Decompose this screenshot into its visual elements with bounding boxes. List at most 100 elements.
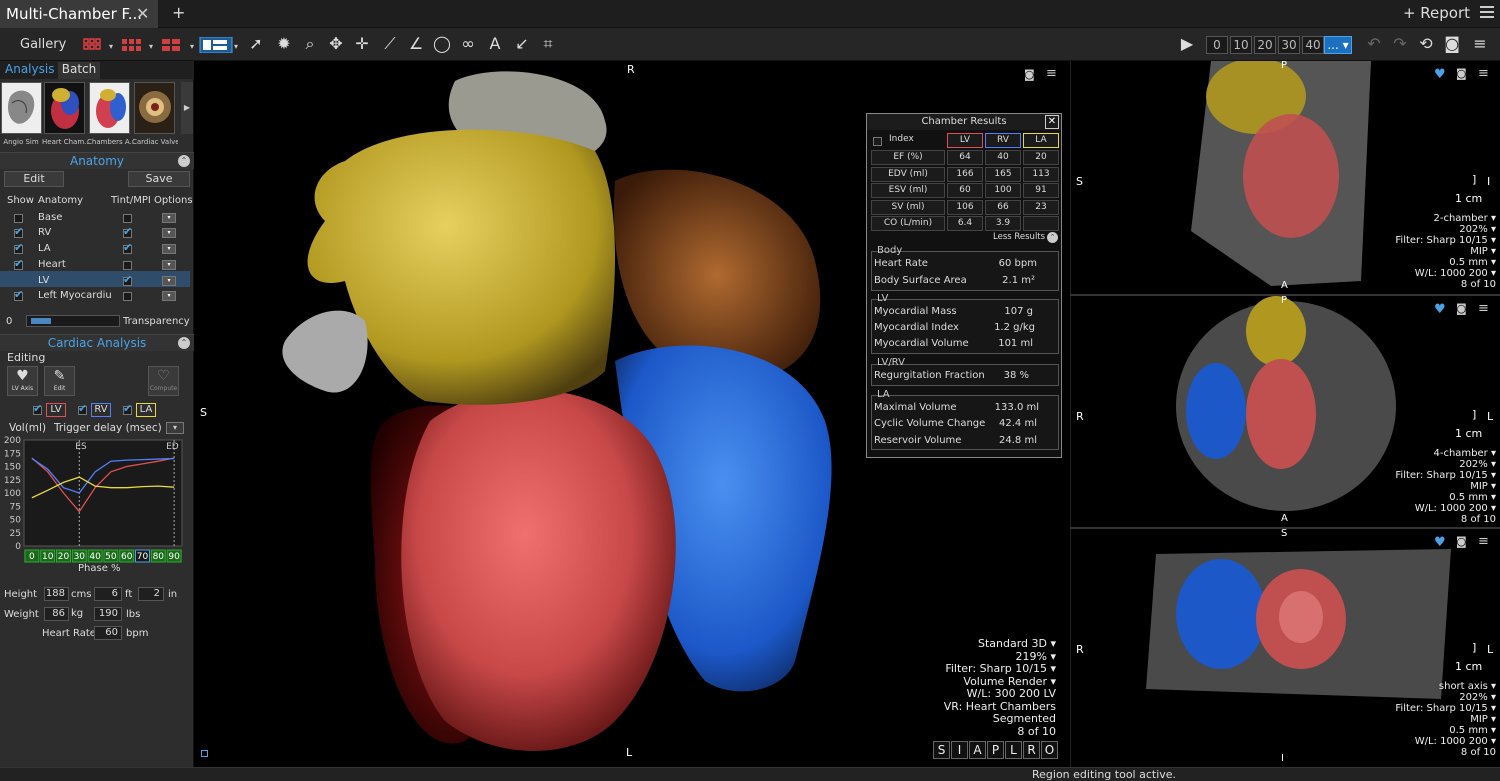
index-checkbox[interactable] xyxy=(873,137,882,146)
height-ft-input[interactable]: 6 xyxy=(94,587,122,601)
camera-icon[interactable]: ◙ xyxy=(1442,34,1462,54)
close-tab-icon[interactable]: ✕ xyxy=(136,4,149,23)
show-checkbox[interactable] xyxy=(14,288,23,301)
view-info-line[interactable]: W/L: 1000 200 ▾ xyxy=(1380,736,1496,747)
snapshot-icon[interactable]: ◙ xyxy=(1456,535,1467,548)
tab-batch[interactable]: Batch xyxy=(58,62,100,79)
less-results-link[interactable]: Less Results xyxy=(993,232,1045,242)
height-cm-input[interactable]: 188 xyxy=(44,587,69,601)
lv-checkbox[interactable] xyxy=(33,402,42,415)
thumbnail-scroll-right[interactable]: ▶ xyxy=(181,82,193,134)
nav-l-button[interactable]: L xyxy=(1005,741,1022,759)
viewport-menu-icon[interactable]: ≡ xyxy=(1478,66,1489,81)
save-button[interactable]: Save xyxy=(128,171,190,187)
view-info-line[interactable]: W/L: 1000 200 ▾ xyxy=(1380,503,1496,514)
view-info-line[interactable]: Filter: Sharp 10/15 ▾ xyxy=(1380,235,1496,246)
anatomy-header[interactable]: Anatomy ⌃ xyxy=(0,152,194,169)
la-checkbox[interactable] xyxy=(123,402,132,415)
view-info-line[interactable]: 202% ▾ xyxy=(1380,459,1496,470)
filter-setting[interactable]: Filter: Sharp 10/15 ▾ xyxy=(900,662,1056,676)
nav-p-button[interactable]: P xyxy=(987,741,1004,759)
view-info-line[interactable]: 4-chamber ▾ xyxy=(1380,448,1497,459)
freehand-icon[interactable]: ∞ xyxy=(458,34,478,54)
frame-20-button[interactable]: 20 xyxy=(1254,36,1276,54)
favorite-heart-icon[interactable]: ♥ xyxy=(1434,302,1446,317)
height-in-input[interactable]: 2 xyxy=(138,587,164,601)
view-info-line[interactable]: 202% ▾ xyxy=(1380,692,1496,703)
view-info-line[interactable]: W/L: 1000 200 ▾ xyxy=(1380,268,1496,279)
edit-button[interactable]: Edit xyxy=(4,171,64,187)
snapshot-icon[interactable]: ◙ xyxy=(1024,68,1035,81)
collapse-icon[interactable]: ⌃ xyxy=(178,337,190,349)
nav-i-button[interactable]: I xyxy=(951,741,968,759)
viewport-menu-icon[interactable]: ≡ xyxy=(1478,534,1489,549)
frame-0-button[interactable]: 0 xyxy=(1206,36,1228,54)
nav-r-button[interactable]: R xyxy=(1023,741,1040,759)
view-info-line[interactable]: short axis ▾ xyxy=(1380,681,1496,692)
lv-axis-button[interactable]: ♥ LV Axis xyxy=(7,366,38,396)
view-info-line[interactable]: 202% ▾ xyxy=(1380,224,1496,235)
viewport-menu-icon[interactable]: ≡ xyxy=(1046,66,1057,81)
chamber-results-title[interactable]: Chamber Results xyxy=(867,114,1061,130)
viewport-menu-icon[interactable]: ≡ xyxy=(1478,301,1489,316)
play-icon[interactable]: ▶ xyxy=(1177,34,1197,54)
options-dropdown[interactable]: ▾ xyxy=(162,213,176,223)
crop-icon[interactable]: ⌗ xyxy=(538,34,558,54)
tint-checkbox[interactable] xyxy=(123,261,132,270)
crosshair-icon[interactable]: ✛ xyxy=(352,34,372,54)
tint-checkbox[interactable] xyxy=(123,214,132,223)
favorite-heart-icon[interactable]: ♥ xyxy=(1434,535,1446,550)
favorite-heart-icon[interactable]: ♥ xyxy=(1434,67,1446,82)
angle-icon[interactable]: ∠ xyxy=(406,34,426,54)
view-type[interactable]: Standard 3D ▾ xyxy=(900,637,1056,651)
pointer-icon[interactable]: ➚ xyxy=(246,34,266,54)
options-dropdown[interactable]: ▾ xyxy=(162,291,176,301)
frame-40-button[interactable]: 40 xyxy=(1302,36,1324,54)
thumbnail-cardiac-valves[interactable] xyxy=(134,82,175,134)
thumbnail-chambers-analysis[interactable] xyxy=(89,82,130,134)
tint-checkbox[interactable] xyxy=(123,273,132,286)
heart-rate-input[interactable]: 60 xyxy=(94,626,122,640)
nav-s-button[interactable]: S xyxy=(933,741,950,759)
redo-icon[interactable]: ↷ xyxy=(1390,34,1410,54)
options-dropdown[interactable]: ▾ xyxy=(162,244,176,254)
hamburger-icon[interactable]: ≡ xyxy=(1470,34,1490,54)
view-info-line[interactable]: MIP ▾ xyxy=(1380,246,1496,257)
view-info-line[interactable]: 0.5 mm ▾ xyxy=(1380,725,1496,736)
frame-dropdown[interactable]: ... ▾ xyxy=(1324,36,1352,54)
collapse-results-icon[interactable]: ⌃ xyxy=(1047,232,1058,243)
weight-lbs-input[interactable]: 190 xyxy=(94,607,122,621)
tab-analysis[interactable]: Analysis xyxy=(5,62,54,76)
view-info-line[interactable]: MIP ▾ xyxy=(1380,714,1496,725)
menu-icon[interactable] xyxy=(1480,6,1494,20)
weight-kg-input[interactable]: 86 xyxy=(44,607,69,621)
options-dropdown[interactable]: ▾ xyxy=(162,228,176,238)
gallery-button[interactable]: Gallery xyxy=(20,37,66,52)
zoom-icon[interactable]: ⌕ xyxy=(300,34,320,54)
view-info-line[interactable]: Filter: Sharp 10/15 ▾ xyxy=(1380,470,1496,481)
view-info-line[interactable]: 2-chamber ▾ xyxy=(1380,213,1497,224)
tint-checkbox[interactable] xyxy=(123,225,132,238)
cardiac-analysis-header[interactable]: Cardiac Analysis ⌃ xyxy=(0,334,194,351)
show-checkbox[interactable] xyxy=(14,225,23,238)
options-dropdown[interactable]: ▾ xyxy=(162,260,176,270)
tint-checkbox[interactable] xyxy=(123,241,132,254)
trigger-delay-dropdown[interactable]: Trigger delay (msec) xyxy=(54,422,162,434)
report-button[interactable]: + Report xyxy=(1403,4,1470,22)
window-level-icon[interactable]: ✹ xyxy=(274,34,294,54)
undo-icon[interactable]: ↶ xyxy=(1364,34,1384,54)
snapshot-icon[interactable]: ◙ xyxy=(1456,302,1467,315)
close-panel-icon[interactable]: ✕ xyxy=(1045,115,1059,129)
view-info-line[interactable]: MIP ▾ xyxy=(1380,481,1496,492)
nav-o-button[interactable]: O xyxy=(1041,741,1058,759)
tint-checkbox[interactable] xyxy=(123,292,132,301)
collapse-icon[interactable]: ⌃ xyxy=(178,155,190,167)
frame-10-button[interactable]: 10 xyxy=(1230,36,1252,54)
new-tab-button[interactable]: + xyxy=(172,3,185,22)
show-checkbox[interactable] xyxy=(14,241,23,254)
view-info-line[interactable]: 0.5 mm ▾ xyxy=(1380,492,1496,503)
reset-icon[interactable]: ⟲ xyxy=(1416,34,1436,54)
ellipse-icon[interactable]: ◯ xyxy=(432,34,452,54)
snapshot-icon[interactable]: ◙ xyxy=(1456,67,1467,80)
show-checkbox[interactable] xyxy=(14,214,23,223)
